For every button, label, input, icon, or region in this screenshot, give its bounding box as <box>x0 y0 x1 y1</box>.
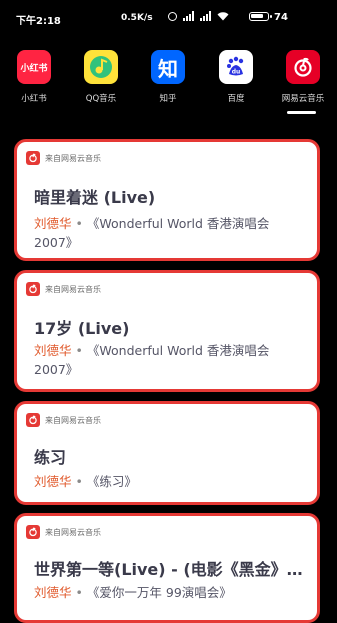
app-netease-music[interactable]: 网易云音乐 <box>273 50 333 104</box>
xiaohongshu-icon: 小红书 <box>17 50 51 84</box>
app-switcher-row: 小红书 小红书 QQ音乐 知 知乎 du 百度 网易云音乐 <box>0 50 337 118</box>
separator-dot: • <box>75 474 83 489</box>
card-source: 来自网易云音乐 <box>26 282 101 296</box>
status-icons <box>168 11 229 21</box>
selected-app-indicator <box>287 111 316 114</box>
status-bar: 下午2:18 0.5K/s 74 <box>0 0 337 38</box>
song-title: 练习 <box>34 448 67 467</box>
netease-music-icon <box>26 413 40 427</box>
app-label: 网易云音乐 <box>281 94 325 104</box>
app-label: 百度 <box>227 94 245 104</box>
source-label: 来自网易云音乐 <box>45 153 101 163</box>
app-label: 小红书 <box>21 94 47 104</box>
song-title: 世界第一等(Live) - (电影《黑金》… <box>34 560 303 579</box>
artist-name: 刘德华 <box>34 585 72 600</box>
album-name: 《Wonderful World 香港演唱会 <box>86 216 270 231</box>
album-name: 《练习》 <box>86 474 137 489</box>
song-card[interactable]: 来自网易云音乐 暗里着迷 (Live) 刘德华 • 《Wonderful World… <box>14 139 320 261</box>
status-time: 下午2:18 <box>16 16 61 27</box>
svg-text:du: du <box>232 69 241 76</box>
song-meta: 刘德华 • 《练习》 <box>34 472 306 491</box>
song-card[interactable]: 来自网易云音乐 练习 刘德华 • 《练习》 <box>14 401 320 505</box>
artist-name: 刘德华 <box>34 343 72 358</box>
song-card[interactable]: 来自网易云音乐 17岁 (Live) 刘德华 • 《Wonderful World … <box>14 270 320 392</box>
separator-dot: • <box>75 343 83 358</box>
app-label: QQ音乐 <box>85 94 117 104</box>
app-zhihu[interactable]: 知 知乎 <box>138 50 198 104</box>
song-meta: 刘德华 • 《Wonderful World 香港演唱会 2007》 <box>34 214 306 252</box>
app-qqmusic[interactable]: QQ音乐 <box>71 50 131 104</box>
album-name: 《Wonderful World 香港演唱会 <box>86 343 270 358</box>
song-meta: 刘德华 • 《爱你一万年 99演唱会》 <box>34 583 306 602</box>
source-label: 来自网易云音乐 <box>45 284 101 294</box>
wifi-icon <box>217 11 229 20</box>
artist-name: 刘德华 <box>34 474 72 489</box>
album-name-cont: 2007》 <box>34 235 79 250</box>
separator-dot: • <box>75 585 83 600</box>
signal-icon-2 <box>200 11 211 21</box>
netease-music-icon <box>26 525 40 539</box>
source-label: 来自网易云音乐 <box>45 527 101 537</box>
song-title: 17岁 (Live) <box>34 319 130 338</box>
baidu-icon: du <box>219 50 253 84</box>
separator-dot: • <box>75 216 83 231</box>
album-name-cont: 2007》 <box>34 362 79 377</box>
source-label: 来自网易云音乐 <box>45 415 101 425</box>
signal-icon <box>183 11 194 21</box>
app-baidu[interactable]: du 百度 <box>206 50 266 104</box>
zhihu-icon: 知 <box>151 50 185 84</box>
card-source: 来自网易云音乐 <box>26 151 101 165</box>
card-source: 来自网易云音乐 <box>26 525 101 539</box>
song-card[interactable]: 来自网易云音乐 世界第一等(Live) - (电影《黑金》… 刘德华 • 《爱你一万… <box>14 513 320 623</box>
netease-music-icon <box>26 282 40 296</box>
alarm-icon <box>168 11 177 21</box>
qqmusic-icon <box>84 50 118 84</box>
netease-music-icon <box>26 151 40 165</box>
battery-percent: 74 <box>274 12 288 23</box>
netease-music-icon <box>286 50 320 84</box>
battery-icon <box>249 12 272 21</box>
song-meta: 刘德华 • 《Wonderful World 香港演唱会 2007》 <box>34 341 306 379</box>
card-source: 来自网易云音乐 <box>26 413 101 427</box>
app-xiaohongshu[interactable]: 小红书 小红书 <box>4 50 64 104</box>
network-speed: 0.5K/s <box>121 13 153 23</box>
app-label: 知乎 <box>159 94 177 104</box>
song-title: 暗里着迷 (Live) <box>34 188 156 207</box>
album-name: 《爱你一万年 99演唱会》 <box>86 585 232 600</box>
artist-name: 刘德华 <box>34 216 72 231</box>
